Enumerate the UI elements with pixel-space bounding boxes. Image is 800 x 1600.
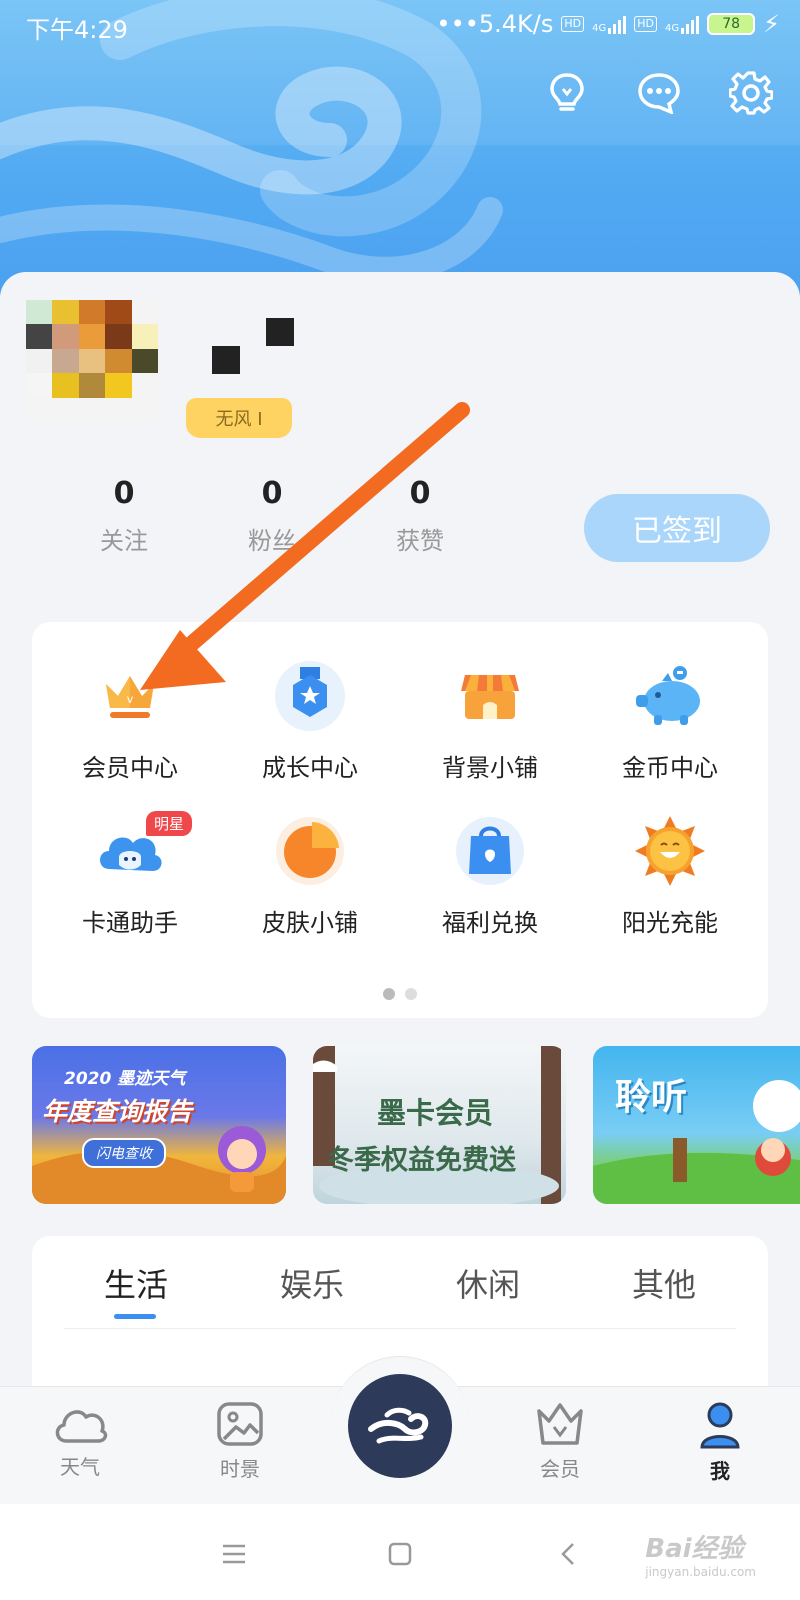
stat-label: 粉丝 (248, 527, 296, 555)
lightbulb-icon[interactable] (544, 70, 590, 116)
stat-value: 0 (113, 476, 135, 511)
signal-icon-2: 4G (665, 14, 700, 34)
banner-title: 聆听 (615, 1077, 688, 1118)
stat-value: 0 (261, 476, 283, 511)
tabs-divider (64, 1328, 736, 1329)
page-dot (405, 988, 417, 1000)
feature-label: 成长中心 (262, 754, 358, 782)
cloud-icon (55, 1410, 108, 1443)
status-time: 下午4:29 (26, 16, 128, 44)
feature-grid-card: v 会员中心 成长中心 背景小铺 金币中心 明星 卡通助手 皮肤小铺 福利兑换 … (32, 622, 768, 1018)
nav-weather[interactable]: 天气 (20, 1401, 140, 1480)
tab-entertainment[interactable]: 娱乐 (224, 1260, 400, 1318)
menu-icon[interactable] (214, 1534, 254, 1574)
back-icon[interactable] (548, 1534, 588, 1574)
tab-leisure[interactable]: 休闲 (400, 1260, 576, 1318)
feature-label: 金币中心 (622, 754, 718, 782)
feature-label: 皮肤小铺 (262, 909, 358, 937)
stat-value: 0 (409, 476, 431, 511)
feature-member-center[interactable]: v 会员中心 (40, 656, 220, 783)
feature-background-shop[interactable]: 背景小铺 (400, 656, 580, 783)
stat-following[interactable]: 0 关注 (50, 476, 198, 556)
nav-label: 时景 (220, 1457, 260, 1481)
avatar[interactable] (26, 300, 158, 422)
nav-label: 会员 (540, 1457, 580, 1481)
gift-bag-icon (450, 811, 530, 891)
charging-icon: ⚡ (763, 10, 780, 38)
stat-likes[interactable]: 0 获赞 (346, 476, 494, 556)
level-badge[interactable]: 无风 I (186, 398, 292, 438)
svg-text:v: v (127, 692, 133, 706)
page-indicator (32, 988, 768, 1000)
banner-subtitle: 2020 墨迹天气 (64, 1069, 186, 1089)
tab-other[interactable]: 其他 (576, 1260, 752, 1318)
battery-icon: 78 (707, 13, 756, 35)
crown-icon: v (90, 656, 170, 736)
tab-life[interactable]: 生活 (48, 1260, 224, 1319)
crown-outline-icon (537, 1403, 583, 1445)
stat-followers[interactable]: 0 粉丝 (198, 476, 346, 556)
system-nav-bar: Bai经验 jingyan.baidu.com (0, 1504, 800, 1600)
home-icon[interactable] (380, 1534, 420, 1574)
banner-member-card[interactable]: 墨卡会员 冬季权益免费送 (313, 1046, 566, 1204)
watermark-sub: jingyan.baidu.com (645, 1565, 756, 1579)
message-icon[interactable] (636, 70, 682, 116)
image-icon (217, 1402, 263, 1446)
settings-gear-icon[interactable] (728, 70, 774, 116)
hd-badge-2: HD (634, 16, 658, 32)
piggy-bank-icon (630, 656, 710, 736)
nav-label: 天气 (60, 1455, 100, 1479)
profile-stats: 0 关注 0 粉丝 0 获赞 (50, 476, 494, 556)
stat-label: 获赞 (396, 527, 444, 555)
banner-button: 闪电查收 (82, 1138, 166, 1168)
center-logo-button[interactable] (348, 1374, 452, 1478)
feature-label: 背景小铺 (442, 754, 538, 782)
hd-badge: HD (561, 16, 585, 32)
feature-label: 阳光充能 (622, 909, 718, 937)
medal-icon (270, 656, 350, 736)
feature-sunshine-charge[interactable]: 阳光充能 (580, 811, 760, 938)
sun-icon (630, 811, 710, 891)
banner-title: 年度查询报告 (42, 1097, 193, 1126)
nav-member[interactable]: 会员 (500, 1401, 620, 1482)
signin-button[interactable]: 已签到 (584, 494, 770, 562)
nav-label: 我 (710, 1459, 730, 1483)
status-right: •••5.4K/s HD 4G HD 4G 78 ⚡ (436, 10, 780, 38)
person-icon (700, 1402, 740, 1449)
header-actions (544, 70, 774, 116)
feature-label: 福利兑换 (442, 909, 538, 937)
watermark: Bai经验 jingyan.baidu.com (645, 1528, 756, 1579)
pie-icon (270, 811, 350, 891)
cartoon-cloud-icon: 明星 (90, 811, 192, 891)
banner-annual-report[interactable]: 2020 墨迹天气 年度查询报告 闪电查收 (32, 1046, 286, 1204)
feature-grid: v 会员中心 成长中心 背景小铺 金币中心 明星 卡通助手 皮肤小铺 福利兑换 … (40, 656, 760, 938)
nav-scenery[interactable]: 时景 (180, 1401, 300, 1482)
shop-icon (450, 656, 530, 736)
username-pixel (212, 346, 240, 374)
signal-icon: 4G (592, 14, 627, 34)
category-tabs: 生活 娱乐 休闲 其他 (48, 1260, 752, 1319)
stat-label: 关注 (100, 527, 148, 555)
nav-me[interactable]: 我 (660, 1401, 780, 1484)
star-tag: 明星 (145, 811, 192, 836)
status-bar: 下午4:29 •••5.4K/s HD 4G HD 4G 78 ⚡ (0, 0, 800, 52)
banner-subtitle: 冬季权益免费送 (327, 1145, 516, 1176)
feature-growth-center[interactable]: 成长中心 (220, 656, 400, 783)
feature-label: 卡通助手 (82, 909, 178, 937)
banner-title: 墨卡会员 (377, 1096, 494, 1130)
banner-listen[interactable]: 聆听 (593, 1046, 800, 1204)
page-dot-active (383, 988, 395, 1000)
banner-carousel: 2020 墨迹天气 年度查询报告 闪电查收 墨卡会员 冬季权益免费送 聆听 (32, 1046, 800, 1206)
username-pixel (266, 318, 294, 346)
feature-welfare-exchange[interactable]: 福利兑换 (400, 811, 580, 938)
feature-cartoon-assistant[interactable]: 明星 卡通助手 (40, 811, 220, 938)
net-speed: •••5.4K/s (436, 10, 554, 38)
feature-skin-shop[interactable]: 皮肤小铺 (220, 811, 400, 938)
feature-coin-center[interactable]: 金币中心 (580, 656, 760, 783)
moji-logo-icon (368, 1407, 429, 1444)
feature-label: 会员中心 (82, 754, 178, 782)
watermark-main: Bai经验 (645, 1534, 744, 1564)
